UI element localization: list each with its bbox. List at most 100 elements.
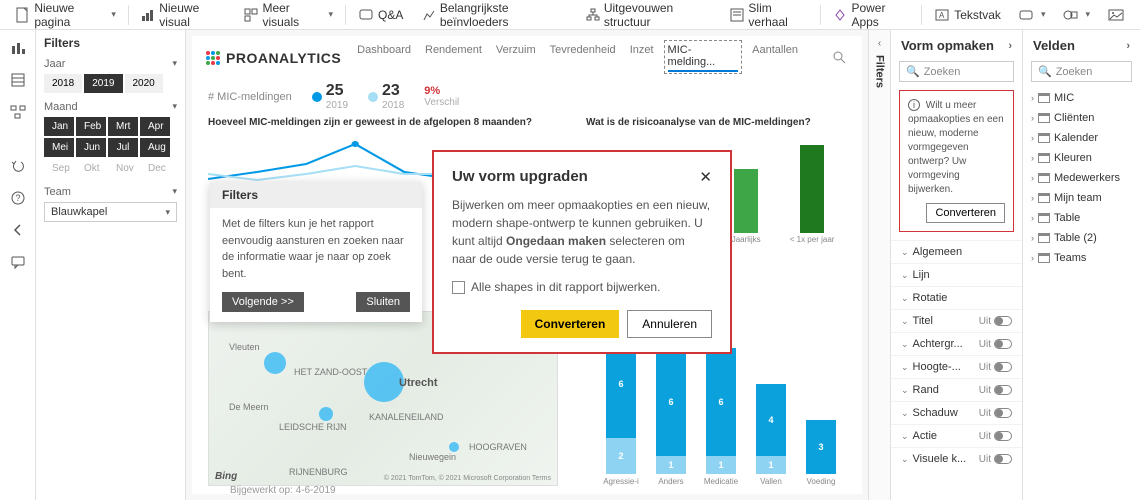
month-aug[interactable]: Aug: [140, 138, 170, 157]
format-prop-titel[interactable]: ⌄TitelUit: [891, 309, 1022, 332]
chevron-down-icon[interactable]: ▾: [172, 186, 177, 198]
format-prop-rand[interactable]: ⌄RandUit: [891, 378, 1022, 401]
month-sep[interactable]: Sep: [44, 159, 74, 178]
year-2018[interactable]: 2018: [44, 74, 82, 93]
tab-4[interactable]: Inzet: [630, 44, 654, 72]
tab-2[interactable]: Verzuim: [496, 44, 536, 72]
model-view-icon[interactable]: [8, 102, 28, 122]
field-table-mic[interactable]: ›MIC: [1023, 88, 1140, 108]
toggle[interactable]: Uit: [979, 431, 1012, 442]
ribbon-buttons[interactable]: ▾: [1011, 4, 1054, 26]
format-prop-schaduw[interactable]: ⌄SchaduwUit: [891, 401, 1022, 424]
ribbon-qna[interactable]: Q&A: [350, 4, 411, 26]
undo-icon[interactable]: [8, 156, 28, 176]
risk-bar-label: < 1x per jaar: [790, 235, 835, 244]
tip-close-button[interactable]: Sluiten: [356, 292, 410, 312]
month-mrt[interactable]: Mrt: [108, 117, 138, 136]
format-prop-achtergr-[interactable]: ⌄Achtergr...Uit: [891, 332, 1022, 355]
field-table-kalender[interactable]: ›Kalender: [1023, 128, 1140, 148]
field-table-teams[interactable]: ›Teams: [1023, 248, 1140, 268]
field-table-mijn-team[interactable]: ›Mijn team: [1023, 188, 1140, 208]
jaar-label: Jaar▾: [44, 58, 177, 70]
field-table-kleuren[interactable]: ›Kleuren: [1023, 148, 1140, 168]
year-2019[interactable]: 2019: [84, 74, 122, 93]
ribbon-textbox[interactable]: A Tekstvak: [926, 4, 1009, 26]
cancel-button[interactable]: Annuleren: [627, 310, 712, 338]
format-prop-algemeen[interactable]: ⌄Algemeen: [891, 240, 1022, 263]
toggle[interactable]: Uit: [979, 362, 1012, 373]
tab-3[interactable]: Tevredenheid: [550, 44, 616, 72]
format-search[interactable]: 🔍Zoeken: [899, 61, 1014, 82]
year-2020[interactable]: 2020: [125, 74, 163, 93]
toggle[interactable]: Uit: [979, 408, 1012, 419]
format-prop-lijn[interactable]: ⌄Lijn: [891, 263, 1022, 286]
chevron-down-icon[interactable]: ▾: [172, 101, 177, 113]
field-table-medewerkers[interactable]: ›Medewerkers: [1023, 168, 1140, 188]
chevron-down-icon: ⌄: [901, 362, 909, 372]
month-okt[interactable]: Okt: [76, 159, 106, 178]
close-icon[interactable]: ✕: [699, 168, 712, 186]
info-icon: i: [908, 99, 920, 111]
info-convert-button[interactable]: Converteren: [926, 203, 1005, 223]
ribbon-powerapps[interactable]: Power Apps: [825, 0, 917, 32]
separator: [921, 5, 922, 25]
team-dropdown[interactable]: Blauwkapel▾: [44, 202, 177, 222]
tab-6[interactable]: Aantallen: [752, 44, 798, 72]
filters-tooltip: Filters Met de filters kun je het rappor…: [210, 182, 422, 322]
tab-1[interactable]: Rendement: [425, 44, 482, 72]
report-view-icon[interactable]: [8, 38, 28, 58]
filters-collapsed-tab[interactable]: ‹ Filters: [868, 30, 890, 500]
ribbon-smart-narrative[interactable]: Slim verhaal: [722, 0, 816, 32]
checkbox-icon[interactable]: [452, 281, 465, 294]
search-icon[interactable]: [830, 48, 850, 68]
ribbon-image[interactable]: [1100, 4, 1132, 26]
ribbon-new-page[interactable]: Nieuwe pagina▾: [8, 0, 124, 32]
month-nov[interactable]: Nov: [108, 159, 138, 178]
toggle[interactable]: Uit: [979, 339, 1012, 350]
fields-search[interactable]: 🔍Zoeken: [1031, 61, 1132, 82]
convert-button[interactable]: Converteren: [521, 310, 620, 338]
ribbon-label: Belangrijkste beïnvloeders: [440, 1, 568, 29]
chevron-down-icon: ▾: [165, 207, 170, 218]
shapes-icon: [1063, 7, 1079, 23]
chevron-down-icon: ⌄: [901, 293, 909, 303]
format-prop-actie[interactable]: ⌄ActieUit: [891, 424, 1022, 447]
month-jul[interactable]: Jul: [108, 138, 138, 157]
back-icon[interactable]: [8, 220, 28, 240]
filters-tip-body: Met de filters kun je het rapport eenvou…: [222, 216, 410, 282]
tab-5[interactable]: MIC-melding...: [668, 44, 739, 72]
toggle[interactable]: Uit: [979, 385, 1012, 396]
fields-pane: Velden› 🔍Zoeken ›MIC›Cliënten›Kalender›K…: [1022, 30, 1140, 500]
help-icon[interactable]: ?: [8, 188, 28, 208]
month-jan[interactable]: Jan: [44, 117, 74, 136]
month-jun[interactable]: Jun: [76, 138, 106, 157]
ribbon-key-influencers[interactable]: Belangrijkste beïnvloeders: [413, 0, 575, 32]
chevron-right-icon[interactable]: ›: [1126, 40, 1130, 52]
month-dec[interactable]: Dec: [140, 159, 170, 178]
comment-icon[interactable]: [8, 252, 28, 272]
month-mei[interactable]: Mei: [44, 138, 74, 157]
ribbon-new-visual[interactable]: Nieuwe visual: [133, 0, 234, 32]
toggle[interactable]: Uit: [979, 454, 1012, 465]
bar-col: 3Voeding: [803, 420, 839, 486]
tip-next-button[interactable]: Volgende >>: [222, 292, 304, 312]
chevron-down-icon: ⌄: [901, 431, 909, 441]
field-table-table[interactable]: ›Table: [1023, 208, 1140, 228]
toggle[interactable]: Uit: [979, 316, 1012, 327]
format-prop-hoogte-[interactable]: ⌄Hoogte-...Uit: [891, 355, 1022, 378]
tab-0[interactable]: Dashboard: [357, 44, 411, 72]
modal-checkbox-row[interactable]: Alle shapes in dit rapport bijwerken.: [452, 280, 712, 294]
month-feb[interactable]: Feb: [76, 117, 106, 136]
chevron-right-icon: ›: [1031, 193, 1034, 203]
month-apr[interactable]: Apr: [140, 117, 170, 136]
chevron-right-icon[interactable]: ›: [1008, 40, 1012, 52]
ribbon-shapes[interactable]: ▾: [1055, 4, 1098, 26]
format-prop-rotatie[interactable]: ⌄Rotatie: [891, 286, 1022, 309]
ribbon-decomp-tree[interactable]: Uitgevouwen structuur: [577, 0, 720, 32]
field-table-table-2-[interactable]: ›Table (2): [1023, 228, 1140, 248]
field-table-cli-nten[interactable]: ›Cliënten: [1023, 108, 1140, 128]
format-prop-visuele-k-[interactable]: ⌄Visuele k...Uit: [891, 447, 1022, 470]
chevron-down-icon[interactable]: ▾: [172, 58, 177, 70]
ribbon-more-visuals[interactable]: Meer visuals▾: [236, 0, 341, 32]
data-view-icon[interactable]: [8, 70, 28, 90]
